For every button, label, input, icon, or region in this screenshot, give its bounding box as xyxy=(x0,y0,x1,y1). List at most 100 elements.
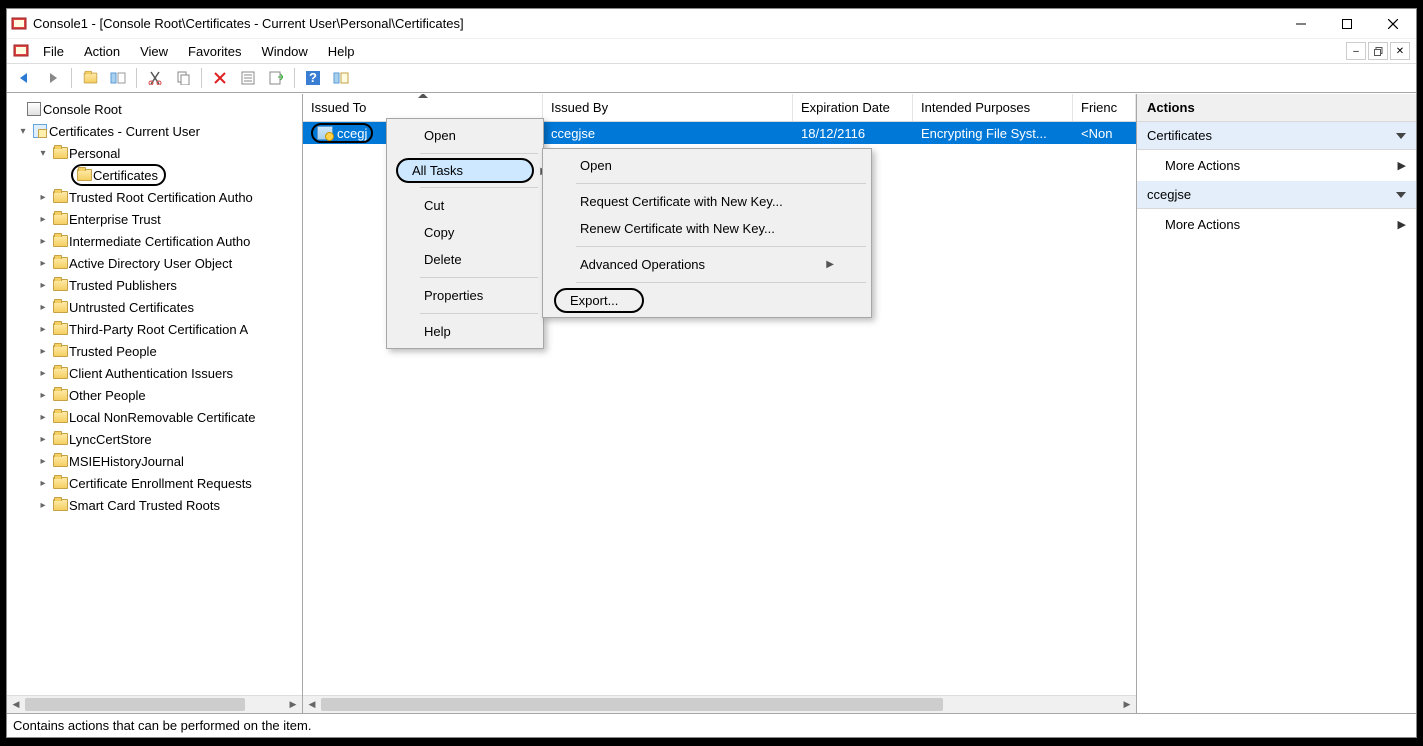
tree-node[interactable]: ▸MSIEHistoryJournal xyxy=(9,450,302,472)
menu-view[interactable]: View xyxy=(130,41,178,62)
tree-node[interactable]: ▸Intermediate Certification Autho xyxy=(9,230,302,252)
delete-button[interactable] xyxy=(207,66,233,90)
tree-node[interactable]: ▸Enterprise Trust xyxy=(9,208,302,230)
ctx-separator xyxy=(420,153,538,154)
tree-node[interactable]: ▸LyncCertStore xyxy=(9,428,302,450)
mmc-app-icon xyxy=(11,16,27,32)
ctx-request-certificate-new-key[interactable]: Request Certificate with New Key... xyxy=(546,188,868,215)
cell-intended-purposes: Encrypting File Syst... xyxy=(913,126,1073,141)
ctx-open[interactable]: Open xyxy=(390,122,540,149)
menu-help[interactable]: Help xyxy=(318,41,365,62)
export-list-button[interactable] xyxy=(263,66,289,90)
refresh-button[interactable] xyxy=(328,66,354,90)
tree-label: Certificate Enrollment Requests xyxy=(69,476,252,491)
mmc-window: Console1 - [Console Root\Certificates - … xyxy=(6,8,1417,738)
cell-issued-by: ccegjse xyxy=(543,126,793,141)
tree-node-certificates[interactable]: Certificates xyxy=(9,164,302,186)
ctx-separator xyxy=(576,282,866,283)
ctx-delete[interactable]: Delete xyxy=(390,246,540,273)
actions-more-actions-certificates[interactable]: More Actions▶ xyxy=(1137,150,1416,181)
list-h-scrollbar[interactable]: ◀▶ xyxy=(303,695,1136,713)
menu-favorites[interactable]: Favorites xyxy=(178,41,251,62)
status-bar: Contains actions that can be performed o… xyxy=(7,713,1416,737)
ctx-copy[interactable]: Copy xyxy=(390,219,540,246)
menu-window[interactable]: Window xyxy=(252,41,318,62)
tree-node-certificates-current-user[interactable]: ▾ Certificates - Current User xyxy=(9,120,302,142)
tree-label: MSIEHistoryJournal xyxy=(69,454,184,469)
menu-file[interactable]: File xyxy=(33,41,74,62)
tree-node[interactable]: ▸Trusted Publishers xyxy=(9,274,302,296)
ctx-sub-open[interactable]: Open xyxy=(546,152,868,179)
collapse-icon xyxy=(1396,192,1406,198)
ctx-advanced-operations[interactable]: Advanced Operations▶ xyxy=(546,251,868,278)
cell-friendly-name: <Non xyxy=(1073,126,1136,141)
tree-label: Client Authentication Issuers xyxy=(69,366,233,381)
tree-node[interactable]: ▸Untrusted Certificates xyxy=(9,296,302,318)
tree-node[interactable]: ▸Third-Party Root Certification A xyxy=(9,318,302,340)
properties-button[interactable] xyxy=(235,66,261,90)
tree-node[interactable]: ▸Trusted People xyxy=(9,340,302,362)
ctx-cut[interactable]: Cut xyxy=(390,192,540,219)
column-intended-purposes[interactable]: Intended Purposes xyxy=(913,94,1073,121)
window-title: Console1 - [Console Root\Certificates - … xyxy=(33,16,1278,31)
svg-text:?: ? xyxy=(309,70,317,85)
actions-pane-header: Actions xyxy=(1137,94,1416,122)
mdi-close-button[interactable]: ✕ xyxy=(1390,42,1410,60)
ctx-help[interactable]: Help xyxy=(390,318,540,345)
tree-label: Enterprise Trust xyxy=(69,212,161,227)
tree-node[interactable]: ▸Local NonRemovable Certificate xyxy=(9,406,302,428)
arrow-icon: ▶ xyxy=(1398,218,1406,231)
highlight-oval: ccegj xyxy=(311,123,373,143)
back-button[interactable] xyxy=(12,66,38,90)
tree-label: Trusted Root Certification Autho xyxy=(69,190,253,205)
context-menu-primary: Open All Tasks ▶ Cut Copy Delete Propert… xyxy=(386,118,544,349)
tree-node-console-root[interactable]: Console Root xyxy=(9,98,302,120)
tree-node[interactable]: ▸Smart Card Trusted Roots xyxy=(9,494,302,516)
maximize-button[interactable] xyxy=(1324,9,1370,39)
column-expiration[interactable]: Expiration Date xyxy=(793,94,913,121)
copy-button[interactable] xyxy=(170,66,196,90)
tree-label: Trusted Publishers xyxy=(69,278,177,293)
cut-button[interactable] xyxy=(142,66,168,90)
tree-pane: Console Root ▾ Certificates - Current Us… xyxy=(7,94,303,713)
ctx-renew-certificate-new-key[interactable]: Renew Certificate with New Key... xyxy=(546,215,868,242)
tree-label: Trusted People xyxy=(69,344,157,359)
tree-label: Local NonRemovable Certificate xyxy=(69,410,255,425)
minimize-button[interactable] xyxy=(1278,9,1324,39)
tree-label: Intermediate Certification Autho xyxy=(69,234,250,249)
list-body: ccegj ccegjse 18/12/2116 Encrypting File… xyxy=(303,122,1136,144)
tree-label: Third-Party Root Certification A xyxy=(69,322,248,337)
tree-node-personal[interactable]: ▾ Personal xyxy=(9,142,302,164)
actions-section-ccegjse[interactable]: ccegjse xyxy=(1137,181,1416,209)
forward-button[interactable] xyxy=(40,66,66,90)
status-text: Contains actions that can be performed o… xyxy=(13,718,311,733)
ctx-all-tasks[interactable]: All Tasks ▶ xyxy=(396,158,534,183)
mdi-doc-icon xyxy=(13,43,29,59)
mdi-minimize-button[interactable]: – xyxy=(1346,42,1366,60)
toolbar-separator xyxy=(136,68,137,88)
tree-node[interactable]: ▸Other People xyxy=(9,384,302,406)
close-button[interactable] xyxy=(1370,9,1416,39)
tree-node[interactable]: ▸Certificate Enrollment Requests xyxy=(9,472,302,494)
tree-node[interactable]: ▸Active Directory User Object xyxy=(9,252,302,274)
show-hide-tree-button[interactable] xyxy=(105,66,131,90)
tree-label: Smart Card Trusted Roots xyxy=(69,498,220,513)
column-issued-to[interactable]: Issued To xyxy=(303,94,543,121)
tree-h-scrollbar[interactable]: ◀▶ xyxy=(7,695,302,713)
column-friendly-name[interactable]: Frienc xyxy=(1073,94,1136,121)
tree-node[interactable]: ▸Client Authentication Issuers xyxy=(9,362,302,384)
help-button[interactable]: ? xyxy=(300,66,326,90)
toolbar-separator xyxy=(294,68,295,88)
scope-tree: Console Root ▾ Certificates - Current Us… xyxy=(7,94,302,516)
ctx-properties[interactable]: Properties xyxy=(390,282,540,309)
actions-more-actions-ccegjse[interactable]: More Actions▶ xyxy=(1137,209,1416,240)
tree-label: Console Root xyxy=(43,102,122,117)
ctx-export[interactable]: Export... xyxy=(554,288,644,313)
column-issued-by[interactable]: Issued By xyxy=(543,94,793,121)
mdi-restore-button[interactable] xyxy=(1368,42,1388,60)
menu-action[interactable]: Action xyxy=(74,41,130,62)
up-button[interactable] xyxy=(77,66,103,90)
ctx-separator xyxy=(420,187,538,188)
tree-node[interactable]: ▸Trusted Root Certification Autho xyxy=(9,186,302,208)
actions-section-certificates[interactable]: Certificates xyxy=(1137,122,1416,150)
